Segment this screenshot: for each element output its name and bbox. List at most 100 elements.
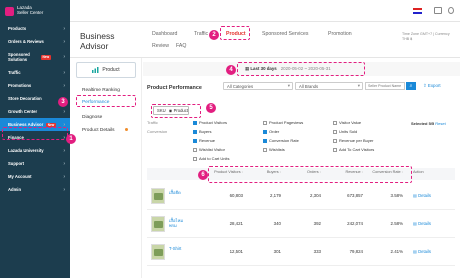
message-icon[interactable] <box>434 7 442 14</box>
cell-revenue: 79,824 <box>349 249 363 254</box>
cell-revenue: 673,857 <box>347 193 363 198</box>
callout-6: 6 <box>198 170 208 180</box>
chevron-right-icon: › <box>63 186 65 193</box>
menu-diagnose[interactable]: Diagnose <box>82 115 102 120</box>
tab-dashboard[interactable]: Dashboard <box>152 31 177 37</box>
details-link[interactable]: ▤ Details <box>413 221 431 226</box>
product-search-input[interactable] <box>365 82 405 90</box>
checkbox-icon <box>333 129 337 134</box>
checkbox-icon <box>193 138 197 143</box>
sidebar-item-admin[interactable]: Admin › <box>0 183 70 196</box>
checkbox-icon <box>333 120 337 125</box>
new-badge: New <box>46 122 56 127</box>
highlight-performance <box>76 95 136 107</box>
tab-faq[interactable]: FAQ <box>176 43 186 49</box>
chevron-right-icon: › <box>63 82 65 89</box>
table-row: T-Shirt 12,501 301 333 79,824 2.41% ▤ De… <box>147 238 455 266</box>
metric-add-to-cart-units[interactable]: Add to Cart Units <box>193 156 229 161</box>
callout-3: 3 <box>58 97 68 107</box>
sidebar-item-label: Support <box>8 161 25 166</box>
logo-line2: Seller Center <box>17 10 44 15</box>
tab-promotion[interactable]: Promotion <box>328 31 352 37</box>
cell-orders: 392 <box>313 221 321 226</box>
export-button[interactable]: ⇪ Export <box>423 83 441 89</box>
metric-visitor-value[interactable]: Visitor Value <box>333 120 361 125</box>
metric-units-sold[interactable]: Units Sold <box>333 129 357 134</box>
sidebar-item-sponsored-solutions[interactable]: Sponsored Solutions New › <box>0 48 70 66</box>
search-button[interactable]: ⌕ <box>406 82 416 90</box>
menu-realtime-ranking[interactable]: Realtime Ranking <box>82 88 120 93</box>
product-tab[interactable]: Product <box>76 62 136 78</box>
lazada-logo[interactable]: Lazada Seller Center <box>0 0 70 22</box>
highlight-business-advisor <box>2 127 68 140</box>
checkbox-icon <box>333 147 337 152</box>
timezone-info: Time Zone GMT+7 | Currency THB ฿ <box>402 32 450 41</box>
reset-link[interactable]: Reset <box>435 121 445 126</box>
chevron-right-icon: › <box>63 108 65 115</box>
sidebar-item-label: Lazada University <box>8 148 44 153</box>
menu-product-details[interactable]: Product Details <box>82 128 128 133</box>
checkbox-icon <box>263 138 267 143</box>
callout-1: 1 <box>66 134 76 144</box>
table-row: เสื้อยืด 60,803 2,179 2,304 673,857 3.58… <box>147 182 455 210</box>
user-icon[interactable] <box>448 7 454 14</box>
sidebar-item-traffic[interactable]: Traffic › <box>0 66 70 79</box>
metric-product-pageviews[interactable]: Product Pageviews <box>263 120 303 125</box>
chevron-right-icon: › <box>63 173 65 180</box>
notification-dot <box>124 128 128 131</box>
checkbox-icon <box>333 138 337 143</box>
sidebar-item-my-account[interactable]: My Account › <box>0 170 70 183</box>
sidebar-item-label: Store Decoration <box>8 96 42 101</box>
lazada-logo-icon <box>5 6 14 16</box>
brand-select[interactable]: All Brands <box>295 82 363 90</box>
sidebar-item-label: Orders & Reviews <box>8 39 44 44</box>
product-name[interactable]: เสื้อยืด <box>169 190 185 196</box>
cell-conversion: 2.58% <box>390 221 403 226</box>
metric-product-visitors[interactable]: Product Visitors <box>193 120 227 125</box>
callout-5: 5 <box>206 103 216 113</box>
cell-visitors: 28,421 <box>229 221 243 226</box>
sidebar-item-growth-center[interactable]: Growth Center › <box>0 105 70 118</box>
sidebar-item-label: Products <box>8 26 27 31</box>
bar-chart-icon <box>92 67 99 73</box>
metric-wishlist-visitor[interactable]: Wishlist Visitor <box>193 147 225 152</box>
sidebar-item-support[interactable]: Support › <box>0 157 70 170</box>
page-title: Business Advisor <box>80 31 115 51</box>
sidebar-item-orders-reviews[interactable]: Orders & Reviews › <box>0 35 70 48</box>
tab-sponsored-services[interactable]: Sponsored Services <box>262 31 308 37</box>
cell-conversion: 2.41% <box>390 249 403 254</box>
cell-visitors: 12,501 <box>229 249 243 254</box>
checkbox-icon <box>263 147 267 152</box>
tab-traffic[interactable]: Traffic <box>194 31 208 37</box>
country-flag-icon[interactable] <box>413 8 422 14</box>
metric-revenue-per-buyer[interactable]: Revenue per Buyer <box>333 138 373 143</box>
metric-wishlists[interactable]: Wishlists <box>263 147 285 152</box>
cell-visitors: 60,803 <box>229 193 243 198</box>
sidebar-item-promotions[interactable]: Promotions › <box>0 79 70 92</box>
metric-revenue[interactable]: Revenue <box>193 138 215 143</box>
details-link[interactable]: ▤ Details <box>413 249 431 254</box>
metric-add-to-cart-visitors[interactable]: Add To Cart Visitors <box>333 147 374 152</box>
metric-conversion-rate[interactable]: Conversion Rate <box>263 138 299 143</box>
sidebar-item-products[interactable]: Products › <box>0 22 70 35</box>
category-select[interactable]: All Categories <box>223 82 293 90</box>
details-link[interactable]: ▤ Details <box>413 193 431 198</box>
product-name[interactable]: T-Shirt <box>169 246 185 252</box>
cell-buyers: 2,179 <box>270 193 281 198</box>
cell-buyers: 340 <box>273 221 281 226</box>
product-thumbnail[interactable] <box>151 216 165 232</box>
checkbox-icon <box>193 120 197 125</box>
sidebar-item-label: Promotions <box>8 83 32 88</box>
metric-buyers[interactable]: Buyers <box>193 129 211 134</box>
product-name[interactable]: เสื้อไหมพรม <box>169 218 185 228</box>
chevron-right-icon: › <box>63 147 65 154</box>
sidebar-item-lazada-university[interactable]: Lazada University › <box>0 144 70 157</box>
sidebar-item-label: Growth Center <box>8 109 38 114</box>
highlight-date-range <box>237 62 365 76</box>
col-action: Action <box>413 170 424 174</box>
product-thumbnail[interactable] <box>151 188 165 204</box>
chevron-right-icon: › <box>63 53 65 60</box>
product-thumbnail[interactable] <box>151 244 165 260</box>
metric-order[interactable]: Order <box>263 129 279 134</box>
tab-review[interactable]: Review <box>152 43 169 49</box>
